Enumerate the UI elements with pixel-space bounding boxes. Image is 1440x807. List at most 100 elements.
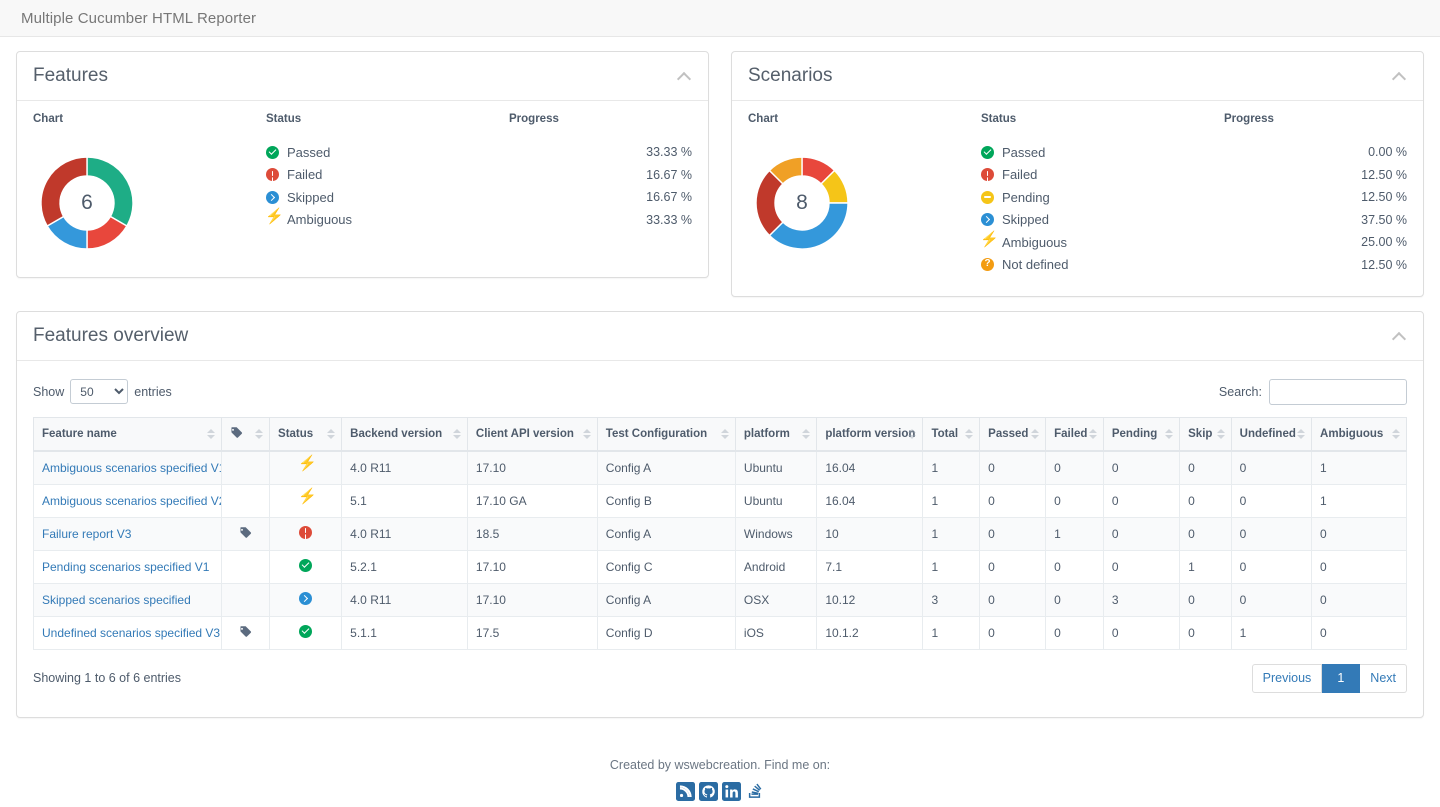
table-row[interactable]: Failure report V3 4.0 R11 18.5 Config A Wind…: [33, 516, 1407, 551]
features-panel-header[interactable]: Features: [17, 52, 708, 101]
total-cell: 1: [922, 516, 981, 551]
client-api-version-cell: 17.10: [466, 582, 598, 617]
sort-icon[interactable]: [1088, 428, 1097, 440]
pagination-previous[interactable]: Previous: [1251, 663, 1323, 693]
feature-name-link[interactable]: Undefined scenarios specified V3: [42, 626, 220, 640]
ambiguous-cell: 0: [1311, 615, 1407, 650]
progress-value: 33.33 %: [646, 145, 692, 160]
page-container: Features Chart 6 Status Passed Failed Sk…: [0, 51, 1440, 801]
platform-version-cell: 16.04: [816, 450, 924, 485]
table-row[interactable]: Ambiguous scenarios specified V14.0 R111…: [33, 450, 1407, 485]
table-header-cell[interactable]: Total: [922, 416, 981, 452]
sort-icon[interactable]: [720, 428, 729, 440]
status-label: Not defined: [1002, 257, 1069, 273]
table-header-cell[interactable]: Test Configuration: [596, 416, 736, 452]
entries-per-page-select[interactable]: 102550100: [70, 379, 129, 405]
chevron-up-icon[interactable]: [678, 69, 692, 83]
sort-icon[interactable]: [327, 428, 336, 440]
platform-cell: iOS: [734, 615, 818, 650]
table-row[interactable]: Skipped scenarios specified 4.0 R11 17.10 C…: [33, 582, 1407, 617]
notdefined-icon: [981, 258, 994, 272]
table-row[interactable]: Pending scenarios specified V1 5.2.1 17.10…: [33, 549, 1407, 584]
sort-icon[interactable]: [965, 428, 974, 440]
sort-icon[interactable]: [1031, 428, 1040, 440]
failed-cell: 1: [1045, 516, 1104, 551]
feature-name-link[interactable]: Failure report V3: [42, 527, 131, 541]
feature-name-link[interactable]: Skipped scenarios specified: [42, 593, 191, 607]
backend-version-cell: 5.2.1: [341, 549, 468, 584]
sort-icon[interactable]: [1165, 428, 1174, 440]
passed-icon: [299, 558, 313, 572]
skip-cell: 0: [1179, 450, 1232, 485]
tag-cell: [220, 450, 271, 485]
table-header-cell[interactable]: Failed: [1045, 416, 1104, 452]
platform-cell: Windows: [734, 516, 818, 551]
features-column: Features Chart 6 Status Passed Failed Sk…: [16, 51, 709, 297]
sort-icon[interactable]: [1216, 428, 1225, 440]
chevron-up-icon[interactable]: [1393, 69, 1407, 83]
tag-icon[interactable]: [239, 526, 252, 539]
features-panel-body: Chart 6 Status Passed Failed Skipped Ambigu…: [17, 101, 708, 277]
scenarios-progress-list: 0.00 % 12.50 % 12.50 % 37.50 % 25.00 % 12.50 …: [1224, 131, 1407, 276]
table-header-cell[interactable]: Ambiguous: [1311, 416, 1407, 452]
sort-icon[interactable]: [255, 428, 264, 440]
scenarios-panel-header[interactable]: Scenarios: [732, 52, 1423, 101]
overview-panel-header[interactable]: Features overview: [17, 312, 1423, 361]
search-label: Search:: [1218, 384, 1262, 399]
stackoverflow-icon[interactable]: [745, 782, 764, 801]
table-header-cell[interactable]: Pending: [1102, 416, 1181, 452]
table-header-cell[interactable]: Passed: [979, 416, 1047, 452]
table-row[interactable]: Ambiguous scenarios specified V2 5.117.10…: [33, 483, 1407, 518]
status-cell: [269, 516, 343, 551]
status-label: Ambiguous: [287, 212, 353, 228]
table-header-cell[interactable]: [220, 416, 271, 452]
features-donut-chart[interactable]: 6: [33, 149, 141, 257]
datatable-footer: Showing 1 to 6 of 6 entries Previous 1 Nex…: [33, 650, 1407, 697]
client-api-version-cell: 17.10: [466, 450, 598, 485]
sort-icon[interactable]: [908, 428, 917, 440]
features-chart-heading: Chart: [33, 112, 64, 125]
table-header-cell[interactable]: Undefined: [1230, 416, 1313, 452]
platform-version-cell: 10: [816, 516, 924, 551]
sort-icon[interactable]: [1392, 428, 1400, 440]
linkedin-icon[interactable]: [722, 781, 741, 801]
sort-icon[interactable]: [452, 428, 461, 440]
pagination-next[interactable]: Next: [1360, 663, 1407, 693]
table-header-cell[interactable]: Feature name: [33, 416, 222, 452]
table-header-cell[interactable]: Status: [269, 416, 343, 452]
test-configuration-cell: Config A: [596, 516, 736, 551]
platform-cell: Ubuntu: [734, 450, 818, 485]
table-header-label: Passed: [988, 427, 1029, 440]
sort-icon[interactable]: [582, 428, 591, 440]
feature-name-cell: Ambiguous scenarios specified V2: [33, 483, 222, 518]
backend-version-cell: 5.1: [341, 483, 468, 518]
features-status-column: Status Passed Failed Skipped Ambiguous: [265, 113, 509, 257]
passed-icon: [266, 145, 279, 159]
table-header-cell[interactable]: Backend version: [341, 416, 468, 452]
sort-icon[interactable]: [206, 428, 215, 440]
feature-name-link[interactable]: Ambiguous scenarios specified V2: [42, 494, 220, 508]
github-icon[interactable]: [699, 781, 718, 801]
scenarios-donut-chart[interactable]: 8: [748, 149, 856, 257]
tag-icon[interactable]: [239, 625, 252, 638]
pending-cell: 3: [1102, 582, 1181, 617]
search-input[interactable]: [1269, 378, 1407, 405]
feature-name-link[interactable]: Pending scenarios specified V1: [42, 560, 209, 574]
top-navbar: Multiple Cucumber HTML Reporter: [0, 0, 1440, 37]
table-row[interactable]: Undefined scenarios specified V3 5.1.1 17.…: [33, 615, 1407, 650]
table-header-cell[interactable]: Client API version: [466, 416, 598, 452]
rss-icon[interactable]: [676, 781, 695, 801]
status-label: Passed: [287, 144, 331, 160]
sort-icon[interactable]: [802, 428, 811, 440]
chevron-up-icon[interactable]: [1393, 329, 1407, 343]
status-cell: [269, 483, 343, 518]
table-header-cell[interactable]: platform version: [816, 416, 924, 452]
scenarios-progress-column: Progress 0.00 % 12.50 % 12.50 % 37.50 % 25.0…: [1224, 113, 1407, 276]
table-header-cell[interactable]: Skip: [1179, 416, 1232, 452]
feature-name-link[interactable]: Ambiguous scenarios specified V1: [42, 461, 220, 475]
pagination-page-1[interactable]: 1: [1322, 663, 1361, 693]
table-header-cell[interactable]: platform: [734, 416, 818, 452]
sort-icon[interactable]: [1297, 428, 1306, 440]
tag-cell: [220, 582, 271, 617]
ambiguous-cell: 0: [1311, 516, 1407, 551]
